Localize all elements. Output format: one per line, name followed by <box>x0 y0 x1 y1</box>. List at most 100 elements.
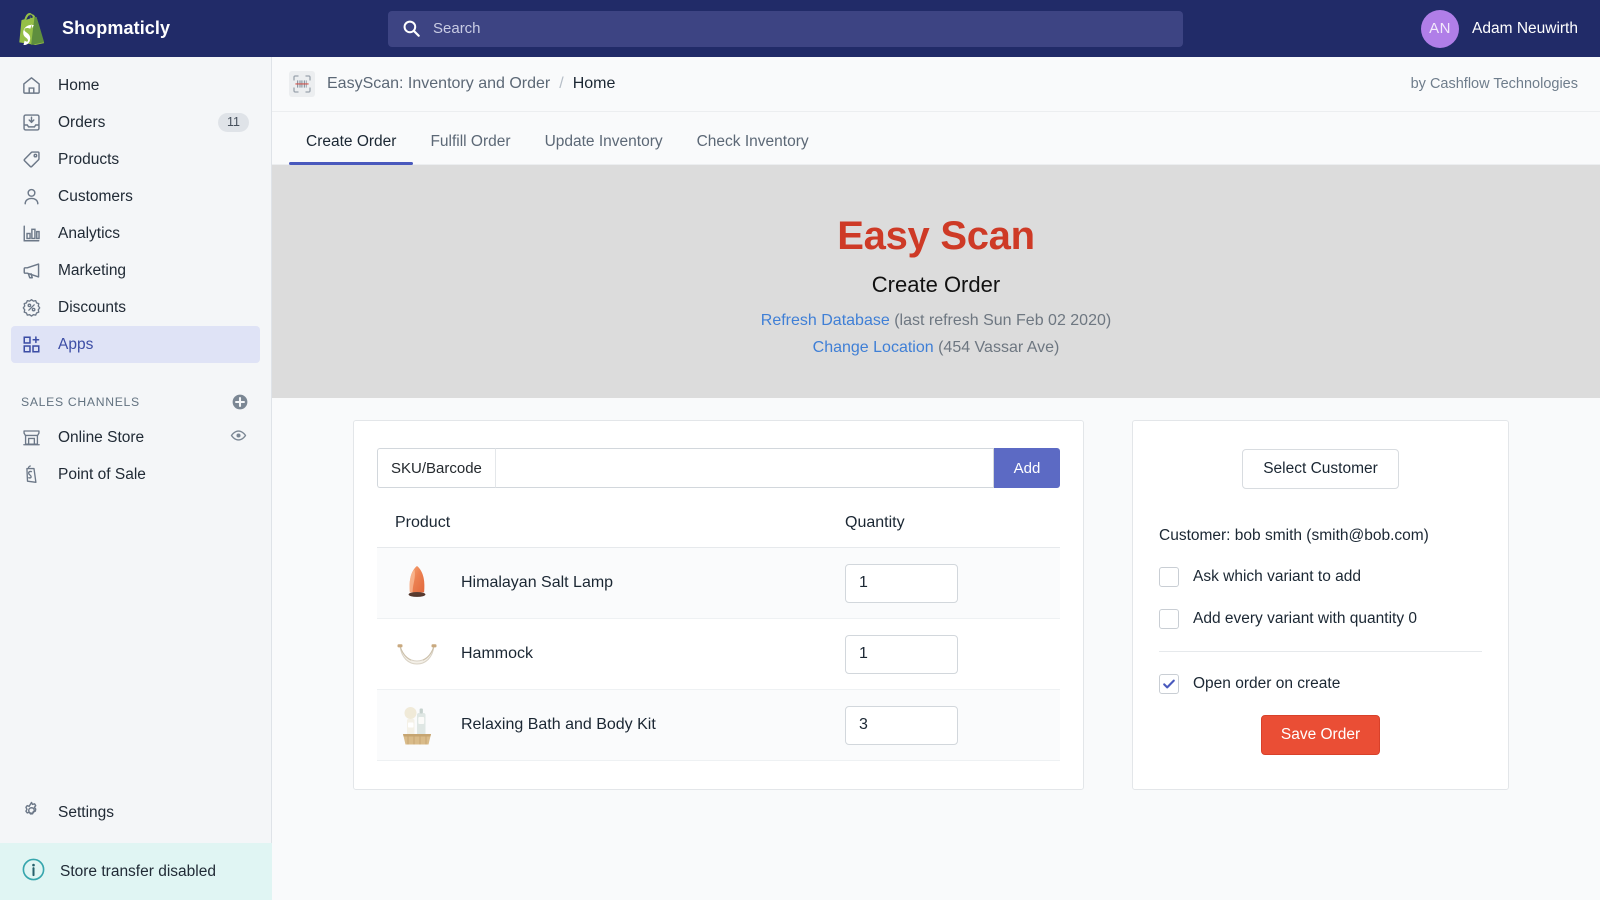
table-row: Hammock <box>377 619 1060 690</box>
user-menu[interactable]: AN Adam Neuwirth <box>1421 0 1578 57</box>
top-bar: Shopmaticly Search AN Adam Neuwirth <box>0 0 1600 57</box>
bar-chart-icon <box>21 223 42 244</box>
brand[interactable]: Shopmaticly <box>0 12 272 46</box>
orders-inbox-icon <box>21 112 42 133</box>
discount-badge-icon <box>21 297 42 318</box>
plus-circle-icon[interactable] <box>231 393 249 411</box>
tab-create-order[interactable]: Create Order <box>289 133 414 165</box>
hammock-thumbnail <box>395 632 439 676</box>
quantity-input[interactable] <box>845 705 958 745</box>
refresh-database-link[interactable]: Refresh Database <box>761 312 890 329</box>
product-name: Himalayan Salt Lamp <box>461 574 614 591</box>
tab-label: Update Inventory <box>544 133 663 150</box>
product-cell: Hammock <box>395 632 845 676</box>
checkbox-box <box>1159 609 1179 629</box>
sidebar-item-products[interactable]: Products <box>11 141 260 178</box>
sidebar-item-label: Discounts <box>58 298 127 316</box>
breadcrumb-separator: / <box>559 75 564 92</box>
save-order-button[interactable]: Save Order <box>1261 715 1380 755</box>
column-header-quantity: Quantity <box>845 514 905 531</box>
divider <box>1159 651 1482 652</box>
sidebar-item-discounts[interactable]: Discounts <box>11 289 260 326</box>
tab-check-inventory[interactable]: Check Inventory <box>680 133 826 164</box>
barcode-scanner-icon <box>289 71 315 97</box>
refresh-database-line: Refresh Database (last refresh Sun Feb 0… <box>761 312 1111 330</box>
user-name: Adam Neuwirth <box>1472 19 1578 37</box>
store-transfer-banner[interactable]: Store transfer disabled <box>0 843 272 900</box>
sidebar-item-label: Analytics <box>58 224 121 242</box>
checkbox-open-order-on-create[interactable]: Open order on create <box>1159 674 1482 694</box>
sidebar-item-orders[interactable]: Orders 11 <box>11 104 260 141</box>
brand-name: Shopmaticly <box>62 18 171 38</box>
search-icon <box>402 19 421 38</box>
panels: SKU/Barcode Add Product Quantity Himalay… <box>272 398 1600 790</box>
change-location-link[interactable]: Change Location <box>813 339 934 356</box>
settings-label: Settings <box>58 804 115 821</box>
product-cell: Himalayan Salt Lamp <box>395 561 845 605</box>
pos-bag-icon <box>21 464 42 485</box>
sidebar-item-apps[interactable]: Apps <box>11 326 260 363</box>
sku-input[interactable] <box>494 448 994 488</box>
table-row: Himalayan Salt Lamp <box>377 548 1060 619</box>
sku-label: SKU/Barcode <box>377 448 495 488</box>
quantity-input[interactable] <box>845 634 958 674</box>
checkbox-box <box>1159 567 1179 587</box>
tab-fulfill-order[interactable]: Fulfill Order <box>413 133 527 164</box>
select-customer-button[interactable]: Select Customer <box>1242 449 1399 489</box>
sidebar-item-marketing[interactable]: Marketing <box>11 252 260 289</box>
app-header: EasyScan: Inventory and Order / Home by … <box>272 57 1600 112</box>
sidebar-item-analytics[interactable]: Analytics <box>11 215 260 252</box>
orders-badge: 11 <box>218 113 249 132</box>
home-icon <box>21 75 42 96</box>
customer-line: Customer: bob smith (smith@bob.com) <box>1159 527 1429 544</box>
person-icon <box>21 186 42 207</box>
sidebar-item-customers[interactable]: Customers <box>11 178 260 215</box>
order-items-table: Product Quantity Himalayan Salt Lamp 1 H… <box>377 514 1060 761</box>
sidebar-item-label: Home <box>58 76 100 94</box>
sku-entry-row: SKU/Barcode Add <box>377 448 1060 488</box>
sidebar-bottom: Settings Store transfer disabled <box>0 793 272 900</box>
shopify-bag-icon <box>14 12 48 46</box>
sidebar-item-label: Products <box>58 150 120 168</box>
app-author: by Cashflow Technologies <box>1410 76 1578 92</box>
sales-channels-title: SALES CHANNELS <box>21 395 140 409</box>
apps-grid-plus-icon <box>21 334 42 355</box>
sidebar-item-point-of-sale[interactable]: Point of Sale <box>11 456 260 493</box>
sidebar-item-home[interactable]: Home <box>11 67 260 104</box>
storefront-icon <box>21 427 42 448</box>
price-tag-icon <box>21 149 42 170</box>
checkbox-label: Open order on create <box>1193 675 1341 692</box>
info-circle-icon <box>21 857 46 887</box>
search-placeholder: Search <box>433 20 481 37</box>
sidebar-item-label: Point of Sale <box>58 465 146 483</box>
search-input[interactable]: Search <box>388 10 1183 47</box>
tab-label: Create Order <box>306 133 397 150</box>
column-header-product: Product <box>395 514 451 531</box>
refresh-database-meta: (last refresh Sun Feb 02 2020) <box>889 312 1112 329</box>
breadcrumb-app-link[interactable]: EasyScan: Inventory and Order <box>327 75 550 93</box>
avatar: AN <box>1421 9 1460 48</box>
megaphone-icon <box>21 260 42 281</box>
bath-body-kit-thumbnail <box>395 703 439 747</box>
sidebar-item-label: Online Store <box>58 428 145 446</box>
checkbox-label: Add every variant with quantity 0 <box>1193 610 1418 627</box>
sidebar-item-online-store[interactable]: Online Store <box>11 419 260 456</box>
gear-icon <box>21 800 42 826</box>
quantity-input[interactable] <box>845 563 958 603</box>
check-icon <box>1163 679 1175 689</box>
salt-lamp-thumbnail <box>395 561 439 605</box>
product-name: Relaxing Bath and Body Kit <box>461 716 656 733</box>
app-content: EasyScan: Inventory and Order / Home by … <box>272 57 1600 900</box>
sidebar-item-settings[interactable]: Settings <box>11 793 261 833</box>
eye-icon[interactable] <box>230 427 247 449</box>
breadcrumb-current: Home <box>572 75 616 92</box>
table-header: Product Quantity <box>377 514 1060 548</box>
add-button[interactable]: Add <box>994 448 1060 488</box>
tab-update-inventory[interactable]: Update Inventory <box>528 133 680 164</box>
store-transfer-label: Store transfer disabled <box>60 862 216 880</box>
checkbox-ask-which-variant[interactable]: Ask which variant to add <box>1159 567 1482 587</box>
product-name: Hammock <box>461 645 534 662</box>
table-row: Relaxing Bath and Body Kit <box>377 690 1060 761</box>
tab-label: Check Inventory <box>696 133 809 150</box>
checkbox-add-every-variant[interactable]: Add every variant with quantity 0 <box>1159 609 1482 629</box>
